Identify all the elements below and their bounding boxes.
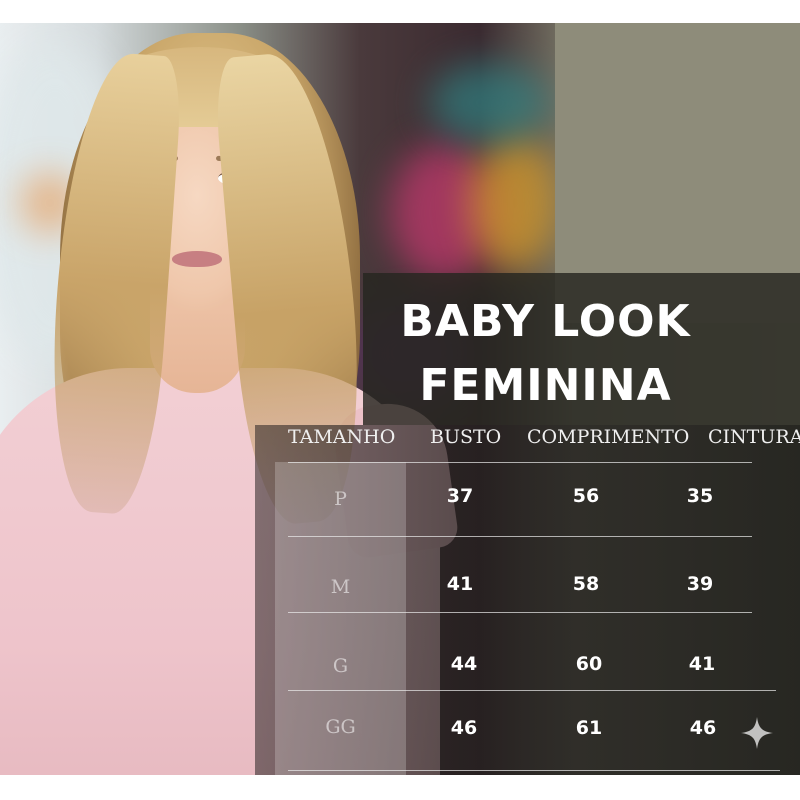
table-divider [288,770,780,771]
header-busto: BUSTO [430,426,502,448]
title-line-1: BABY LOOK [400,296,691,347]
table-divider [288,612,752,613]
table-cell-cintura: 41 [688,653,716,675]
sparkle-icon [741,717,773,749]
table-row-size: P [334,488,347,510]
table-divider [288,462,752,463]
table-cell-busto: 41 [446,573,474,595]
table-divider [288,690,776,691]
blurred-mural [470,133,560,273]
table-cell-comprimento: 61 [575,717,603,739]
table-cell-comprimento: 58 [572,573,600,595]
size-chart-image: BABY LOOK FEMININA TAMANHO BUSTO COMPRIM… [0,0,800,800]
table-cell-comprimento: 60 [575,653,603,675]
table-row-size: M [330,576,351,598]
table-cell-cintura: 46 [689,717,717,739]
table-cell-cintura: 35 [686,485,714,507]
table-row-size: GG [325,716,356,738]
header-tamanho: TAMANHO [288,426,396,448]
table-cell-busto: 44 [450,653,478,675]
table-divider [288,536,752,537]
table-cell-comprimento: 56 [572,485,600,507]
header-cintura: CINTURA [708,426,800,448]
header-comprimento: COMPRIMENTO [527,426,690,448]
lips [172,251,222,267]
table-cell-cintura: 39 [686,573,714,595]
table-cell-busto: 37 [446,485,474,507]
table-cell-busto: 46 [450,717,478,739]
table-row-size: G [332,655,349,677]
title-line-2: FEMININA [419,360,672,411]
blurred-mural [430,63,550,143]
